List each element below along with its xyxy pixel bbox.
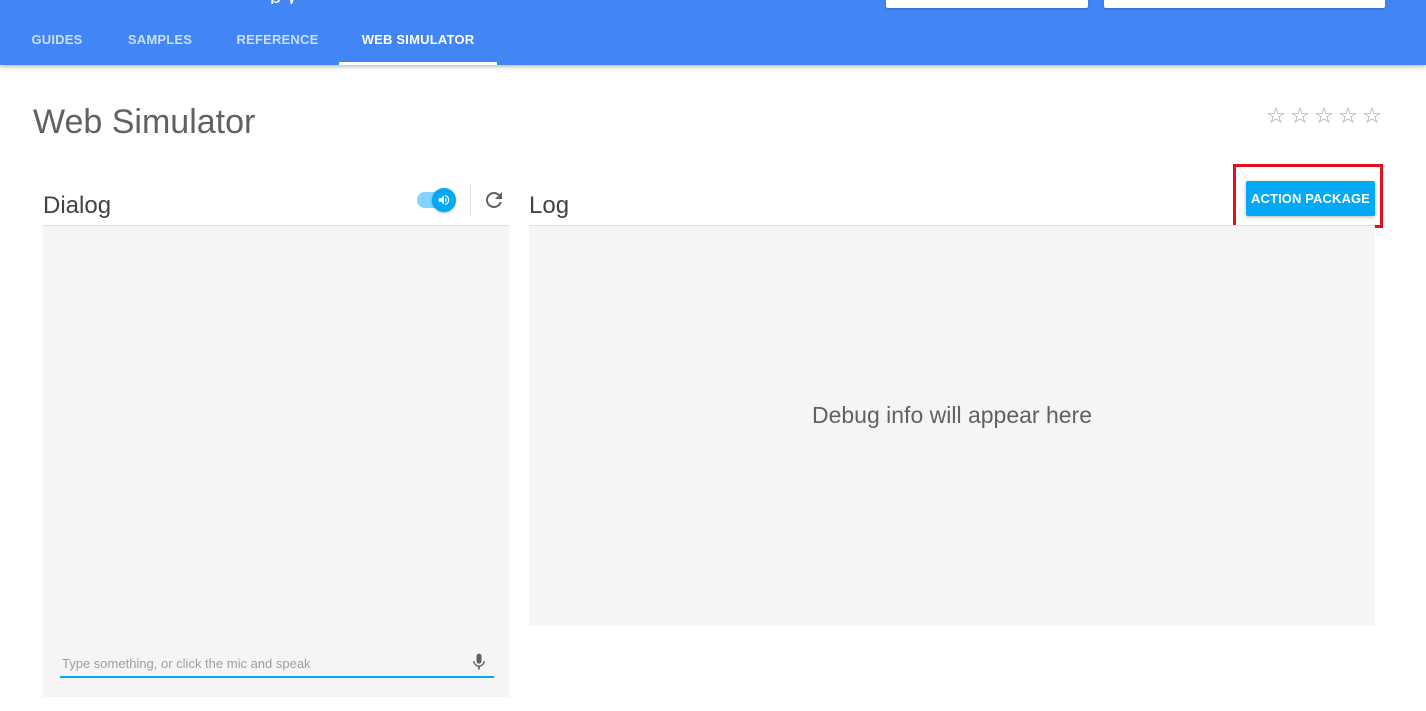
active-tab-indicator bbox=[339, 62, 497, 65]
dialog-input[interactable] bbox=[60, 650, 494, 678]
header-project-box[interactable] bbox=[1104, 0, 1385, 8]
log-empty-message: Debug info will appear here bbox=[811, 402, 1092, 428]
rating-stars[interactable]: ☆ ☆ ☆ ☆ ☆ bbox=[1264, 104, 1384, 128]
star-outline-icon[interactable]: ☆ bbox=[1336, 104, 1360, 128]
mic-icon[interactable] bbox=[469, 651, 489, 673]
log-panel: Debug info will appear here bbox=[529, 225, 1375, 626]
dialog-label: Dialog bbox=[43, 192, 112, 219]
star-outline-icon[interactable]: ☆ bbox=[1288, 104, 1312, 128]
log-label: Log bbox=[529, 192, 570, 219]
star-outline-icon[interactable]: ☆ bbox=[1360, 104, 1384, 128]
star-outline-icon[interactable]: ☆ bbox=[1264, 104, 1288, 128]
audio-toggle[interactable] bbox=[417, 188, 456, 212]
volume-icon bbox=[432, 188, 456, 212]
dialog-panel bbox=[43, 225, 509, 697]
refresh-icon[interactable] bbox=[482, 188, 506, 212]
header-search-box[interactable] bbox=[886, 0, 1088, 8]
tab-web-simulator[interactable]: WEB SIMULATOR bbox=[339, 24, 497, 64]
page-title: Web Simulator bbox=[33, 103, 256, 141]
top-app-bar: p y GUIDES SAMPLES REFERENCE WEB SIMULAT… bbox=[0, 0, 1426, 65]
action-package-button[interactable]: ACTION PACKAGE bbox=[1246, 181, 1375, 216]
tab-reference[interactable]: REFERENCE bbox=[225, 24, 330, 64]
star-outline-icon[interactable]: ☆ bbox=[1312, 104, 1336, 128]
tab-samples[interactable]: SAMPLES bbox=[115, 24, 205, 64]
tab-guides[interactable]: GUIDES bbox=[20, 24, 94, 64]
header-title: p y bbox=[270, 0, 340, 4]
toolbar-divider bbox=[470, 184, 471, 216]
